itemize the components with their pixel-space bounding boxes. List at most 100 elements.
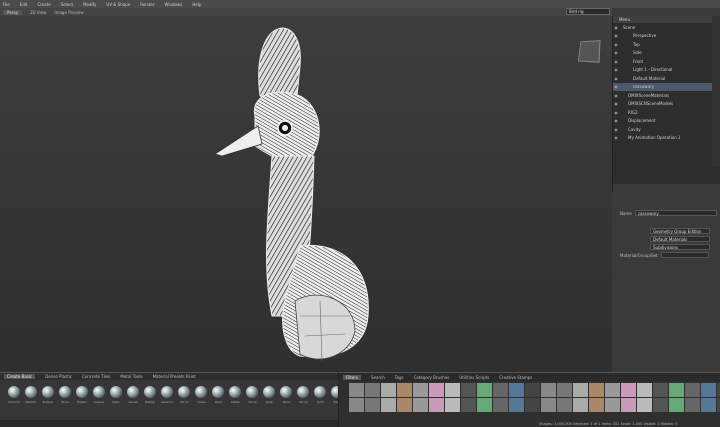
- stamp-thumbnail[interactable]: [429, 383, 444, 397]
- stamp-thumbnail[interactable]: [573, 383, 588, 397]
- material-preset[interactable]: Marble: [144, 386, 156, 404]
- viewport-tab-2[interactable]: Image Preview: [54, 10, 83, 15]
- view-cube[interactable]: [577, 40, 601, 63]
- menu-item-3[interactable]: Select: [61, 2, 73, 7]
- stamp-thumbnail[interactable]: [445, 383, 460, 397]
- menu-item-2[interactable]: Create: [37, 2, 50, 7]
- stamp-thumbnail[interactable]: [669, 383, 684, 397]
- outliner-item[interactable]: ◉ cassowary: [613, 82, 720, 91]
- stamp-thumbnail[interactable]: [653, 398, 668, 412]
- material-preset[interactable]: Ceramic: [161, 386, 173, 404]
- material-preset[interactable]: Stone: [297, 386, 310, 404]
- stamp-thumbnail[interactable]: [525, 383, 540, 397]
- property-field[interactable]: [660, 252, 709, 258]
- stamp-thumbnail[interactable]: [637, 383, 652, 397]
- stamp-thumbnail[interactable]: [573, 398, 588, 412]
- material-preset[interactable]: Satin: [110, 386, 122, 404]
- 3d-viewport[interactable]: [0, 16, 612, 372]
- shelf-scrollbar[interactable]: [0, 420, 338, 427]
- shelf-tab[interactable]: Dense Plastic: [45, 374, 72, 379]
- stamp-thumbnail[interactable]: [589, 383, 604, 397]
- stamp-thumbnail[interactable]: [493, 383, 508, 397]
- stamp-thumbnail[interactable]: [365, 383, 380, 397]
- stamp-thumbnail[interactable]: [397, 398, 412, 412]
- outliner-item[interactable]: ◉ Scene: [613, 23, 720, 32]
- stamp-thumbnail[interactable]: [477, 398, 492, 412]
- material-preset[interactable]: Metallic: [25, 386, 37, 404]
- stamp-thumbnail[interactable]: [365, 398, 380, 412]
- stamp-thumbnail[interactable]: [413, 383, 428, 397]
- stamp-thumbnail[interactable]: [605, 383, 620, 397]
- menu-item-8[interactable]: Help: [192, 2, 201, 7]
- menu-item-5[interactable]: UV & Shape: [106, 2, 130, 7]
- stamp-thumbnail[interactable]: [701, 398, 716, 412]
- outliner-item[interactable]: ◉ Side: [613, 49, 720, 58]
- stamp-thumbnail[interactable]: [349, 398, 364, 412]
- outliner-item[interactable]: ◉ OMIXSceneMaterials: [613, 91, 720, 100]
- stamp-thumbnail[interactable]: [541, 383, 556, 397]
- stamp-thumbnail[interactable]: [653, 383, 668, 397]
- stamp-thumbnail[interactable]: [685, 383, 700, 397]
- stamp-thumbnail[interactable]: [557, 398, 572, 412]
- property-field[interactable]: Default Materials: [650, 236, 710, 242]
- shelf-tab[interactable]: Material Presets Paint: [153, 374, 196, 379]
- outliner-item[interactable]: ◉ Light 1 - Directional: [613, 66, 720, 75]
- stamp-thumbnail[interactable]: [669, 398, 684, 412]
- stamp-thumbnail[interactable]: [525, 398, 540, 412]
- stamp-thumbnail[interactable]: [509, 383, 524, 397]
- material-preset[interactable]: Copper: [93, 386, 105, 404]
- stamp-thumbnail[interactable]: [429, 398, 444, 412]
- stamp-thumbnail[interactable]: [621, 383, 636, 397]
- stamp-thumbnail[interactable]: [637, 398, 652, 412]
- outliner-item[interactable]: ◉ Displacement: [613, 117, 720, 126]
- stamp-thumbnail[interactable]: [461, 398, 476, 412]
- workspace-dropdown[interactable]: Bird rig: [566, 8, 610, 15]
- stamp-thumbnail[interactable]: [413, 398, 428, 412]
- stamp-thumbnail[interactable]: [685, 398, 700, 412]
- material-preset[interactable]: Pearl: [212, 386, 225, 404]
- material-preset[interactable]: Matte: [229, 386, 242, 404]
- outliner-item[interactable]: ◉ Front: [613, 57, 720, 66]
- stamp-thumbnail[interactable]: [557, 383, 572, 397]
- material-preset[interactable]: Gloss: [59, 386, 71, 404]
- shelf-tab[interactable]: Create Basic: [4, 374, 36, 379]
- material-preset[interactable]: Mirror: [178, 386, 191, 404]
- outliner-item[interactable]: ◉ Top: [613, 40, 720, 49]
- stamp-thumbnail[interactable]: [349, 383, 364, 397]
- menu-item-6[interactable]: Render: [140, 2, 154, 7]
- viewport-tab-1[interactable]: 3D View: [30, 10, 46, 15]
- outliner-item[interactable]: ◉ Cavity: [613, 125, 720, 134]
- outliner-item[interactable]: ◉ RIG2: [613, 108, 720, 117]
- material-preset[interactable]: Chrome: [8, 386, 20, 404]
- outliner-item[interactable]: ◉ Default Material: [613, 74, 720, 83]
- cassowary-model[interactable]: [0, 16, 612, 372]
- material-preset[interactable]: Gold: [314, 386, 327, 404]
- stamp-thumbnail[interactable]: [493, 398, 508, 412]
- outliner-item[interactable]: ◉ Perspective: [613, 32, 720, 41]
- browser-tab[interactable]: Filters: [343, 374, 361, 380]
- browser-tab[interactable]: Category Brushes: [414, 375, 450, 380]
- browser-tab[interactable]: Search: [371, 375, 385, 380]
- menu-item-7[interactable]: Windows: [164, 2, 182, 7]
- stamp-thumbnail[interactable]: [477, 383, 492, 397]
- stamp-thumbnail[interactable]: [397, 383, 412, 397]
- viewport-tab-0[interactable]: Persp: [3, 9, 22, 15]
- browser-tab[interactable]: Creative Stamps: [499, 375, 532, 380]
- browser-tab[interactable]: Tags: [395, 375, 404, 380]
- material-preset[interactable]: Plastic: [76, 386, 88, 404]
- property-field[interactable]: Geometry Group Edition: [650, 228, 710, 234]
- shelf-tab[interactable]: Metal Tools: [120, 374, 142, 379]
- menu-item-1[interactable]: Edit: [20, 2, 28, 7]
- menu-item-0[interactable]: File: [3, 2, 10, 7]
- stamp-thumbnail[interactable]: [445, 398, 460, 412]
- sidebar-scrollbar[interactable]: [712, 16, 720, 166]
- stamp-thumbnail[interactable]: [621, 398, 636, 412]
- shelf-tab[interactable]: Concrete Tiles: [82, 374, 110, 379]
- material-preset[interactable]: Paint: [280, 386, 293, 404]
- stamp-thumbnail[interactable]: [381, 398, 396, 412]
- stamp-thumbnail[interactable]: [605, 398, 620, 412]
- stamp-thumbnail[interactable]: [541, 398, 556, 412]
- menu-item-4[interactable]: Modify: [83, 2, 96, 7]
- stamp-thumbnail[interactable]: [701, 383, 716, 397]
- material-preset[interactable]: Jade: [263, 386, 276, 404]
